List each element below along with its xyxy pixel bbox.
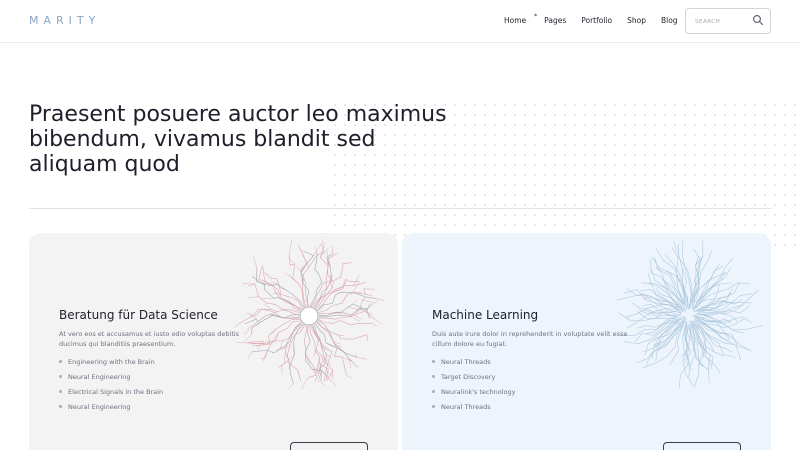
search-icon[interactable] [752,14,764,26]
nav-shop[interactable]: Shop [627,16,646,25]
list-item: Neural Threads [432,357,515,372]
service-card-data-science: Beratung für Data Science At vero eos et… [29,233,398,450]
list-item: Neuralink's technology [432,387,515,402]
site-logo[interactable]: MARITY [29,14,100,27]
list-item: Neural Threads [432,402,515,417]
card-description: Duis aute irure dolor in reprehenderit i… [432,330,628,348]
card-description: At vero eos et accusamus et iusto odio v… [59,330,240,348]
hero-headline: Praesent posuere auctor leo maximus bibe… [29,102,447,177]
list-item: Electrical Signals in the Brain [59,387,163,402]
nav-portfolio[interactable]: Portfolio [581,16,612,25]
section-divider [29,208,771,209]
card-feature-list: Engineering with the Brain Neural Engine… [59,357,163,417]
card-title: Beratung für Data Science [59,308,218,322]
nav-pages[interactable]: * Pages [534,13,567,25]
card-button[interactable] [663,442,741,450]
card-title: Machine Learning [432,308,539,322]
nav-home[interactable]: Home [504,16,526,25]
service-card-machine-learning: Machine Learning Duis aute irure dolor i… [402,233,771,450]
card-button[interactable] [290,442,368,450]
list-item: Neural Engineering [59,402,163,417]
list-item: Engineering with the Brain [59,357,163,372]
neuron-illustration [234,239,384,389]
card-feature-list: Neural Threads Target Discovery Neuralin… [432,357,515,417]
nav-blog[interactable]: Blog [661,16,678,25]
neural-burst-illustration [616,240,763,388]
main-nav: Home * Pages Portfolio Shop Blog [504,13,693,25]
site-header: MARITY Home * Pages Portfolio Shop Blog [0,0,800,43]
list-item: Target Discovery [432,372,515,387]
list-item: Neural Engineering [59,372,163,387]
search-input[interactable] [695,16,751,27]
nav-pages-label: Pages [544,16,567,25]
nav-pages-marker: * [534,13,538,20]
